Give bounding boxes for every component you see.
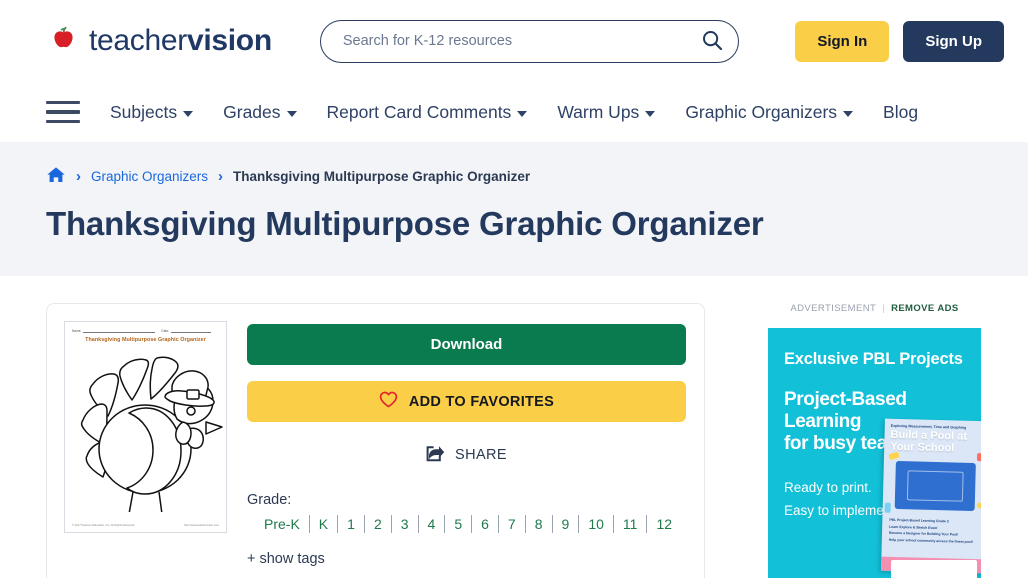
title-band: › Graphic Organizers › Thanksgiving Mult… [0,142,1028,276]
advertisement-banner[interactable]: Exclusive PBL Projects Project-Based Lea… [768,328,981,578]
booklet-body: PBL Project-Based Learning Grade 3 Learn… [882,509,981,546]
search-input[interactable] [320,20,739,63]
chevron-down-icon [843,111,853,117]
ad-title-line-1: Project-Based [784,389,981,411]
resource-card: Name: Date: Thanksgiving Multipurpose Gr… [46,303,705,578]
grade-item[interactable]: 2 [365,515,392,533]
ad-booklet-image: Exploring Measurement, Time and Graphing… [881,419,981,574]
grade-item[interactable]: 6 [472,515,499,533]
logo-word-teacher: teacher [89,24,187,57]
hamburger-icon[interactable] [46,99,80,125]
nav-label-warm-ups: Warm Ups [557,102,639,123]
grade-list: Pre-K K 1 2 3 4 5 6 7 8 9 10 11 12 [247,515,686,533]
home-icon[interactable] [46,166,66,187]
nav-label-report-card-comments: Report Card Comments [327,102,512,123]
ad-headline: Exclusive PBL Projects [784,350,981,369]
grade-item[interactable]: 12 [647,515,681,533]
advertisement-column: ADVERTISEMENT | REMOVE ADS Exclusive PBL… [768,303,981,578]
grade-item[interactable]: 8 [526,515,553,533]
heart-icon [379,391,398,412]
nav-item-warm-ups[interactable]: Warm Ups [557,102,655,123]
breadcrumb-separator-1: › [76,169,81,184]
thumbnail-title: Thanksgiving Multipurpose Graphic Organi… [65,337,226,343]
grade-heading: Grade: [247,492,686,508]
booklet-illustration [895,461,976,511]
page-root: teachervision Sign In Sign Up [0,0,1028,578]
grade-item[interactable]: 4 [419,515,446,533]
search-submit-button[interactable] [699,28,725,54]
thumbnail-date-field: Date: [161,329,211,333]
share-icon [426,444,445,466]
add-to-favorites-label: ADD TO FAVORITES [409,394,554,410]
chevron-down-icon [183,111,193,117]
thumbnail-copyright: © 2017 Pearson Education, Inc. All Right… [72,524,135,527]
main-navigation: Subjects Grades Report Card Comments War… [0,82,1028,142]
breadcrumb-current: Thanksgiving Multipurpose Graphic Organi… [233,169,530,184]
thumbnail-name-field: Name: [72,329,155,333]
show-tags-toggle[interactable]: + show tags [247,551,686,567]
nav-label-subjects: Subjects [110,102,177,123]
grade-item[interactable]: 9 [553,515,580,533]
search-icon [701,29,723,54]
share-button[interactable]: SHARE [247,444,686,466]
thumbnail-source-url: http://www.teachervision.com [184,524,219,527]
nav-item-graphic-organizers[interactable]: Graphic Organizers [685,102,853,123]
site-header: teachervision Sign In Sign Up [0,0,1028,82]
name-rule [83,332,155,333]
grade-item[interactable]: 11 [614,515,648,533]
advertisement-divider: | [882,303,885,314]
page-title: Thanksgiving Multipurpose Graphic Organi… [46,205,982,243]
grade-item[interactable]: 7 [499,515,526,533]
grade-item[interactable]: 3 [392,515,419,533]
booklet-title: Build a Pool at Your School [884,428,981,456]
breadcrumb: › Graphic Organizers › Thanksgiving Mult… [46,166,982,187]
share-label: SHARE [455,447,507,463]
nav-item-report-card-comments[interactable]: Report Card Comments [327,102,528,123]
ad-page-bottom [891,560,977,578]
download-button[interactable]: Download [247,324,686,365]
sign-up-button[interactable]: Sign Up [903,21,1004,62]
breadcrumb-separator-2: › [218,169,223,184]
breadcrumb-link-parent[interactable]: Graphic Organizers [91,169,208,184]
site-logo[interactable]: teachervision [46,24,272,58]
nav-label-graphic-organizers: Graphic Organizers [685,102,837,123]
advertisement-header: ADVERTISEMENT | REMOVE ADS [768,303,981,314]
resource-actions: Download ADD TO FAVORITES [247,321,686,567]
add-to-favorites-button[interactable]: ADD TO FAVORITES [247,381,686,422]
grade-item[interactable]: Pre-K [255,515,310,533]
nav-label-blog: Blog [883,102,918,123]
grade-section: Grade: Pre-K K 1 2 3 4 5 6 7 8 9 10 [247,492,686,533]
resource-thumbnail[interactable]: Name: Date: Thanksgiving Multipurpose Gr… [64,321,227,533]
search-box [320,20,739,63]
chevron-down-icon [287,111,297,117]
date-rule [171,332,211,333]
apple-icon [46,24,80,58]
remove-ads-link[interactable]: REMOVE ADS [891,303,959,314]
turkey-line-drawing-icon [69,344,224,512]
nav-item-grades[interactable]: Grades [223,102,296,123]
nav-label-grades: Grades [223,102,280,123]
logo-word-vision: vision [187,24,272,57]
advertisement-label: ADVERTISEMENT [790,303,876,314]
grade-item[interactable]: 10 [579,515,614,533]
grade-item[interactable]: 1 [338,515,365,533]
grade-item[interactable]: 5 [445,515,472,533]
logo-wordmark: teachervision [89,26,272,56]
header-actions: Sign In Sign Up [795,21,1004,62]
sign-in-button[interactable]: Sign In [795,21,889,62]
thumbnail-header-fields: Name: Date: [72,329,219,333]
nav-item-subjects[interactable]: Subjects [110,102,193,123]
main-content: Name: Date: Thanksgiving Multipurpose Gr… [0,276,1028,578]
nav-item-blog[interactable]: Blog [883,102,918,123]
thumbnail-footer: © 2017 Pearson Education, Inc. All Right… [72,524,219,527]
grade-item[interactable]: K [310,515,338,533]
booklet-body-3: Help your school community access the fi… [889,536,979,545]
chevron-down-icon [645,111,655,117]
chevron-down-icon [517,111,527,117]
